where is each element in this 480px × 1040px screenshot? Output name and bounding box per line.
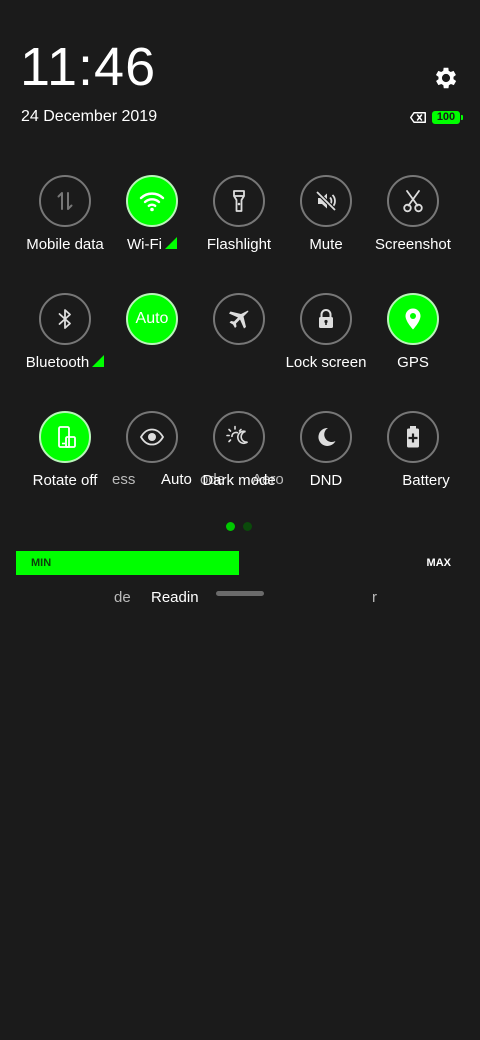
status-icons: 100 [410, 109, 463, 125]
clock: 11:46 [20, 37, 157, 97]
tile-battery[interactable]: Battery [368, 411, 458, 490]
tile-label: Bluetooth [26, 354, 105, 372]
signal-icon [164, 237, 177, 249]
bluetooth-icon [58, 309, 71, 329]
tile-label: Mute [309, 236, 343, 253]
tile-airplane-button[interactable] [213, 293, 265, 345]
auto-brightness-icon: Auto [135, 310, 169, 327]
mobile-data-icon [57, 192, 73, 210]
tile-bluetooth-button[interactable] [39, 293, 91, 345]
tile-rotate-button[interactable] [39, 411, 91, 463]
scissors-icon [403, 190, 423, 213]
tile-screenshot[interactable]: Screenshot [368, 175, 458, 254]
page-dot-2[interactable] [243, 522, 252, 531]
date: 24 December 2019 [21, 108, 158, 125]
battery-level: 100 [436, 110, 456, 123]
tile-flashlight[interactable]: Flashlight [194, 175, 284, 254]
tile-lock-screen[interactable]: Lock screen [281, 293, 371, 372]
tile-screenshot-button[interactable] [387, 175, 439, 227]
tile-label: GPS [397, 354, 429, 371]
tile-battery-button[interactable] [387, 411, 439, 463]
tile-dark-mode-button[interactable] [213, 411, 265, 463]
tile-label: Flashlight [206, 236, 272, 253]
quick-tiles: Mobile data Wi-Fi Flashlight Mute Screen… [0, 175, 480, 606]
location-pin-icon [405, 308, 421, 330]
mute-icon [315, 190, 337, 212]
tile-airplane[interactable] [194, 293, 284, 345]
tile-mobile-data[interactable]: Mobile data [20, 175, 110, 254]
moon-icon [318, 427, 336, 446]
airplane-icon [229, 310, 249, 329]
wifi-icon [139, 192, 165, 212]
dark-mode-icon [226, 425, 248, 445]
tile-label: Rotate off [32, 472, 98, 489]
tile-auto-button[interactable]: Auto [126, 293, 178, 345]
tile-bluetooth[interactable]: Bluetooth [20, 293, 110, 372]
tile-mobile-data-button[interactable] [39, 175, 91, 227]
tile-label: Dark mode [202, 472, 276, 489]
eye-icon [139, 428, 165, 446]
tile-gps[interactable]: GPS [368, 293, 458, 372]
rotate-icon [58, 426, 76, 448]
quick-settings-panel: 11:46 24 December 2019 100 Mobile data W… [0, 0, 480, 1040]
tile-row-2: Bluetooth ess Auto Auto ode Aero Lock sc… [0, 293, 480, 488]
drag-handle[interactable] [216, 591, 264, 596]
tile-lock-screen-button[interactable] [300, 293, 352, 345]
gear-icon[interactable] [432, 64, 460, 92]
tile-mute-button[interactable] [300, 175, 352, 227]
page-dot-1[interactable] [226, 522, 235, 531]
tile-dnd[interactable]: DND [281, 411, 371, 490]
battery-icon: 100 [432, 110, 463, 124]
tile-gps-button[interactable] [387, 293, 439, 345]
tile-label: Wi-Fi [127, 236, 177, 254]
tile-label: DND [309, 472, 343, 489]
brightness-max-label: MAX [426, 557, 451, 569]
tile-row-3: Rotate off de Readin Dark mode DND r Bat… [0, 411, 480, 606]
tile-reading-button[interactable] [126, 411, 178, 463]
tile-label: Screenshot [375, 236, 451, 253]
tile-reading[interactable] [107, 411, 197, 463]
overlap-label-fragment: Readin [151, 589, 199, 606]
lock-icon [319, 309, 333, 328]
tile-row-1: Mobile data Wi-Fi Flashlight Mute Screen… [0, 175, 480, 293]
overlap-label-fragment: de [114, 589, 131, 606]
brightness-slider[interactable]: MIN MAX [16, 551, 462, 575]
tile-dark-mode[interactable]: Dark mode [194, 411, 284, 490]
tile-rotate[interactable]: Rotate off [20, 411, 110, 490]
page-indicator [226, 522, 252, 531]
flashlight-icon [233, 190, 245, 212]
tile-mute[interactable]: Mute [281, 175, 371, 254]
tile-dnd-button[interactable] [300, 411, 352, 463]
brightness-min-label: MIN [31, 557, 52, 569]
tile-label: Mobile data [26, 236, 104, 253]
tile-auto[interactable]: Auto [107, 293, 197, 345]
tile-label: Battery [402, 472, 450, 489]
tile-label: Lock screen [285, 354, 367, 371]
tile-wifi-button[interactable] [126, 175, 178, 227]
tile-flashlight-button[interactable] [213, 175, 265, 227]
battery-saver-icon [407, 426, 419, 448]
tile-wifi[interactable]: Wi-Fi [107, 175, 197, 254]
overlap-label-fragment: r [372, 589, 377, 606]
signal-icon [92, 355, 105, 367]
no-sim-icon [410, 111, 426, 123]
